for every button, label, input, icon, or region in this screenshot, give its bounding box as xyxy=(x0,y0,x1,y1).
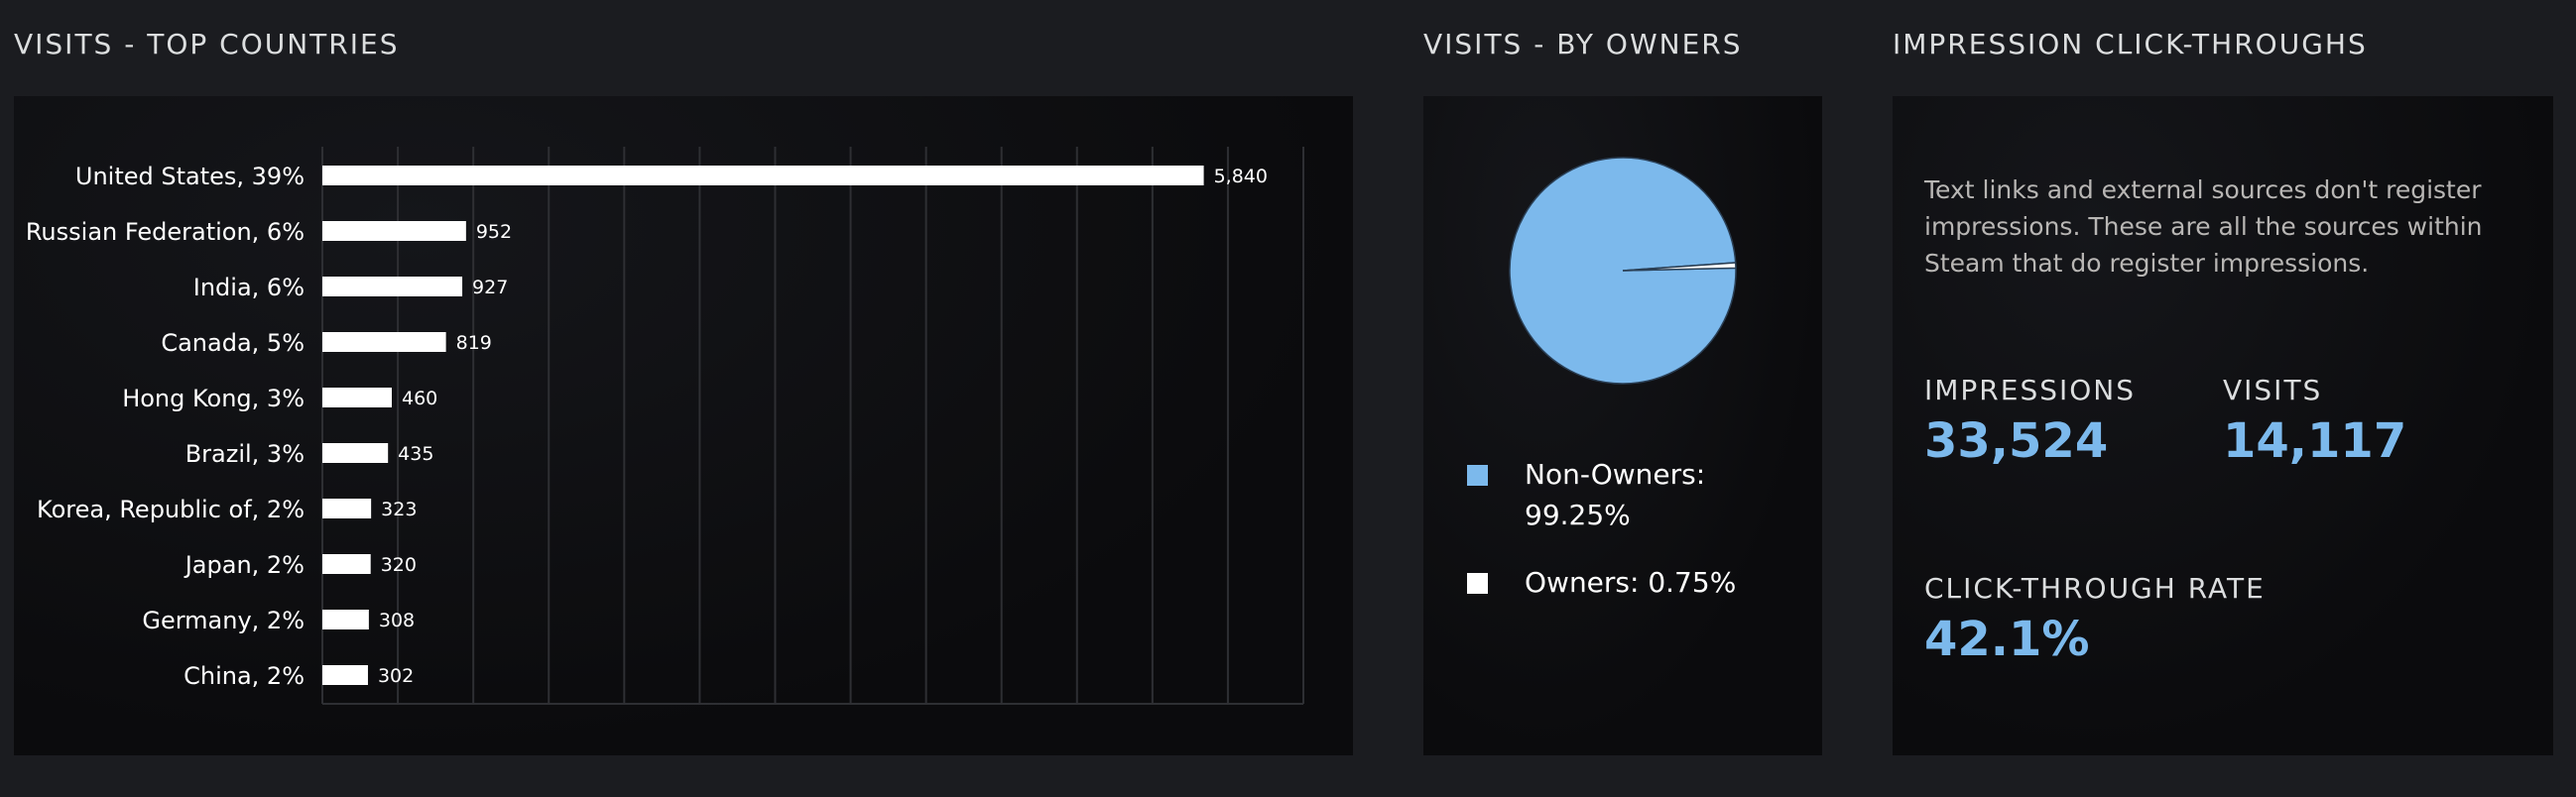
bar-value-label: 952 xyxy=(476,221,512,243)
bar xyxy=(322,610,369,629)
bar-value-label: 435 xyxy=(398,443,433,465)
click-through-rate-value: 42.1% xyxy=(1924,612,2090,667)
legend-label-owners: Owners: 0.75% xyxy=(1525,566,1737,599)
category-label: Hong Kong, 3% xyxy=(122,385,305,412)
bar-value-label: 320 xyxy=(381,554,417,576)
bar-value-label: 308 xyxy=(379,610,415,631)
bar xyxy=(322,277,463,296)
category-label: Russian Federation, 6% xyxy=(26,218,305,246)
category-label: United States, 39% xyxy=(75,163,305,190)
impressions-label: IMPRESSIONS xyxy=(1924,374,2137,406)
bar xyxy=(322,665,368,685)
category-label: China, 2% xyxy=(184,662,305,690)
countries-bar-chart: United States, 39% 5,840 Russian Federatio… xyxy=(26,147,1304,705)
bar-value-label: 460 xyxy=(402,388,437,409)
category-label: Korea, Republic of, 2% xyxy=(37,496,305,523)
bar-value-label: 5,840 xyxy=(1214,166,1268,187)
bar xyxy=(322,499,372,518)
bar-value-label: 927 xyxy=(472,277,508,298)
bar-value-label: 323 xyxy=(381,499,417,520)
impressions-value: 33,524 xyxy=(1924,413,2109,469)
ctr-description: Text links and external sources don't re… xyxy=(1924,175,2483,278)
bar xyxy=(322,221,466,241)
category-label: India, 6% xyxy=(193,274,305,301)
category-label: Brazil, 3% xyxy=(185,440,305,468)
visits-label: VISITS xyxy=(2223,374,2323,406)
owners-pie-chart xyxy=(1509,157,1737,385)
bar-value-label: 302 xyxy=(378,665,414,687)
click-through-rate-label: CLICK-THROUGH RATE xyxy=(1924,572,2266,605)
bar xyxy=(322,166,1204,185)
legend-swatch-owners xyxy=(1467,573,1488,594)
bar xyxy=(322,443,389,463)
category-label: Germany, 2% xyxy=(142,607,305,634)
ctr-panel: Text links and external sources don't re… xyxy=(1893,96,2553,755)
bar-value-label: 819 xyxy=(456,332,492,354)
countries-chart-panel: United States, 39% 5,840 Russian Federatio… xyxy=(14,96,1353,755)
legend-item-owners: Owners: 0.75% xyxy=(1467,562,1743,603)
category-label: Japan, 2% xyxy=(184,551,305,579)
category-label: Canada, 5% xyxy=(161,329,305,357)
legend-swatch-non-owners xyxy=(1467,465,1488,486)
ctr-section-title: IMPRESSION CLICK-THROUGHS xyxy=(1893,28,2368,60)
legend-item-non-owners: Non-Owners: 99.25% xyxy=(1467,454,1743,535)
bar xyxy=(322,332,446,352)
owners-section-title: VISITS - BY OWNERS xyxy=(1423,28,1743,60)
countries-section-title: VISITS - TOP COUNTRIES xyxy=(14,28,400,60)
bar xyxy=(322,388,392,407)
legend-label-non-owners: Non-Owners: 99.25% xyxy=(1525,458,1706,531)
owners-chart-panel: Non-Owners: 99.25% Owners: 0.75% xyxy=(1423,96,1822,755)
visits-value: 14,117 xyxy=(2223,413,2407,469)
bar xyxy=(322,554,371,574)
